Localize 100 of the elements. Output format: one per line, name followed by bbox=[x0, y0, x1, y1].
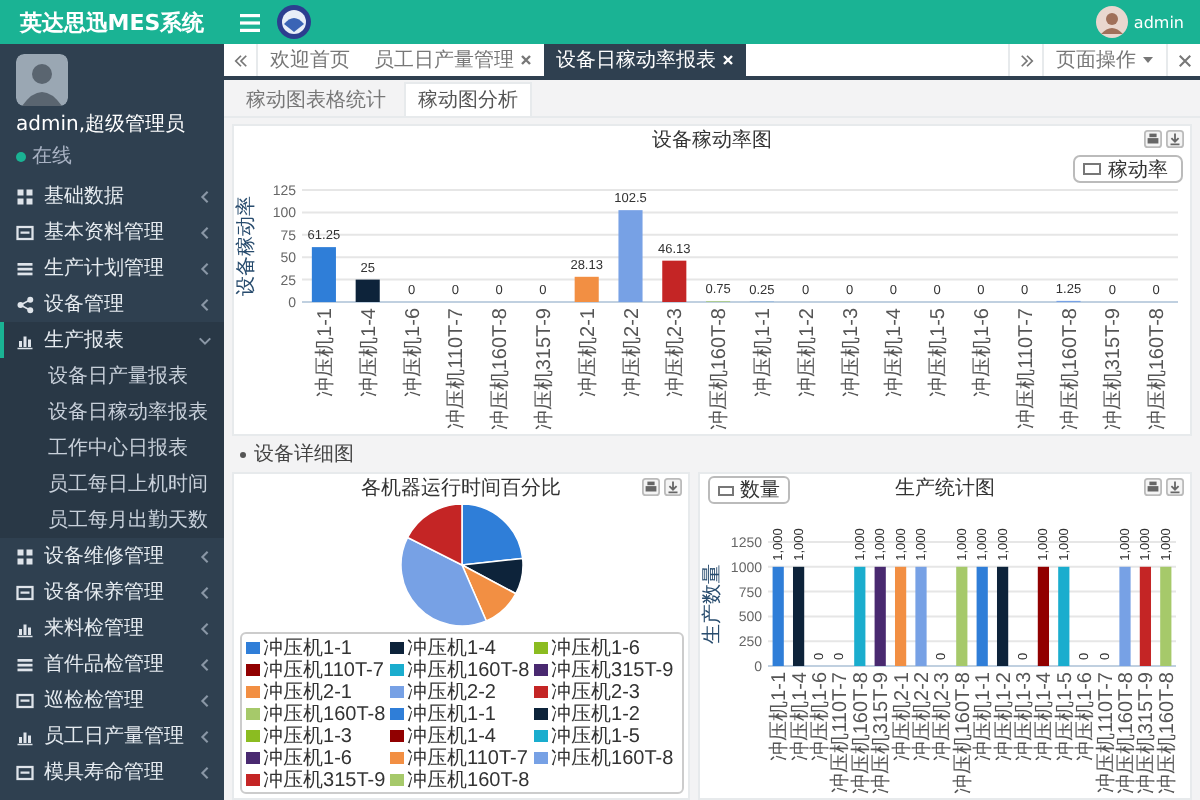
axis-title: 设备稼动率 bbox=[236, 196, 258, 296]
tab[interactable]: 设备日稼动率报表 bbox=[544, 44, 746, 76]
menu-item[interactable]: 模具寿命管理 bbox=[0, 754, 224, 790]
menu-item[interactable]: 设备管理 bbox=[0, 286, 224, 322]
axis-category-label: 冲压机1-5 bbox=[1054, 672, 1077, 761]
axis-category-label: 冲压机1-1 bbox=[314, 308, 337, 397]
close-icon bbox=[1177, 53, 1191, 67]
axis-category-label: 冲压机2-1 bbox=[577, 308, 600, 397]
legend-swatch bbox=[533, 729, 548, 741]
legend-swatch bbox=[245, 751, 260, 763]
axis-category-label: 冲压机2-3 bbox=[665, 308, 688, 397]
print-icon[interactable] bbox=[1144, 478, 1162, 496]
menu-item[interactable]: 生产报表 bbox=[0, 322, 224, 358]
user-name: admin,超级管理员 bbox=[16, 111, 188, 138]
tab[interactable]: 员工日产量管理 bbox=[362, 44, 544, 76]
tab[interactable]: 欢迎首页 bbox=[258, 44, 362, 76]
tab[interactable]: 稼动图分析 bbox=[404, 82, 532, 116]
legend-item[interactable]: 稼动率 bbox=[1073, 155, 1183, 183]
legend-swatch bbox=[389, 729, 404, 741]
legend-label[interactable]: 冲压机1-4 bbox=[407, 721, 496, 749]
avatar-icon[interactable] bbox=[1095, 6, 1128, 38]
bar bbox=[311, 247, 336, 302]
axis-category-label: 冲压机1-5 bbox=[928, 308, 951, 397]
bar-chart-icon bbox=[16, 331, 34, 349]
legend-label[interactable]: 冲压机160T-8 bbox=[551, 743, 674, 771]
legend-label[interactable]: 冲压机315T-9 bbox=[263, 765, 386, 793]
menu-item[interactable]: 员工日产量管理 bbox=[0, 718, 224, 754]
card-icon bbox=[16, 691, 34, 709]
legend-label[interactable]: 冲压机1-1 bbox=[407, 699, 496, 727]
menu-item[interactable]: 生产计划管理 bbox=[0, 250, 224, 286]
axis-category-label: 冲压机2-1 bbox=[891, 672, 914, 761]
list-icon bbox=[16, 259, 34, 277]
axis-category-label: 冲压机1-4 bbox=[1034, 672, 1057, 761]
print-icon[interactable] bbox=[642, 478, 661, 496]
menu-icon[interactable] bbox=[240, 13, 260, 31]
app-title: 英达思迅MES系统 bbox=[0, 0, 224, 44]
tab[interactable]: 稼动图表格统计 bbox=[232, 82, 400, 116]
legend-label[interactable]: 冲压机2-2 bbox=[407, 677, 496, 705]
bar bbox=[1160, 566, 1172, 666]
legend-label[interactable]: 冲压机1-1 bbox=[263, 633, 352, 661]
legend-swatch bbox=[389, 685, 404, 697]
legend-label[interactable]: 冲压机1-2 bbox=[551, 699, 640, 727]
axis-category-label: 冲压机110T-7 bbox=[446, 308, 469, 429]
legend-label[interactable]: 冲压机1-6 bbox=[551, 633, 640, 661]
axis-category-label: 冲压机1-2 bbox=[993, 672, 1016, 761]
menu-item[interactable]: 设备维修管理 bbox=[0, 538, 224, 574]
menu-item[interactable]: 首件品检管理 bbox=[0, 646, 224, 682]
bar bbox=[772, 566, 784, 666]
axis-category-label: 冲压机110T-7 bbox=[830, 672, 853, 793]
bar bbox=[1037, 566, 1050, 666]
bar bbox=[662, 260, 687, 302]
legend-swatch bbox=[245, 707, 260, 719]
download-icon[interactable] bbox=[1166, 130, 1184, 148]
axis-category-label: 冲压机110T-7 bbox=[1015, 308, 1038, 429]
axis-category-label: 冲压机1-1 bbox=[973, 672, 996, 761]
download-icon[interactable] bbox=[1166, 478, 1184, 496]
legend-label[interactable]: 冲压机1-3 bbox=[263, 721, 352, 749]
chevron-icon bbox=[198, 585, 212, 599]
axis-category-label: 冲压机1-4 bbox=[884, 308, 907, 397]
axis-category-label: 冲压机1-1 bbox=[752, 308, 775, 397]
menu-item[interactable]: 基本资料管理 bbox=[0, 214, 224, 250]
legend-label[interactable]: 冲压机1-5 bbox=[551, 721, 640, 749]
avatar-icon bbox=[16, 54, 68, 106]
legend-label[interactable]: 冲压机160T-8 bbox=[263, 699, 386, 727]
legend-label[interactable]: 冲压机315T-9 bbox=[551, 655, 674, 683]
legend-swatch bbox=[245, 773, 260, 785]
menu-item[interactable]: 设备保养管理 bbox=[0, 574, 224, 610]
legend-label[interactable]: 冲压机110T-7 bbox=[263, 655, 384, 683]
submenu-item[interactable]: 员工每日上机时间 bbox=[0, 466, 224, 502]
share-icon bbox=[16, 295, 34, 313]
legend-label[interactable]: 冲压机110T-7 bbox=[407, 743, 528, 771]
submenu-item[interactable]: 工作中心日报表 bbox=[0, 430, 224, 466]
bar bbox=[997, 566, 1009, 666]
user-status: 在线 bbox=[32, 143, 72, 170]
bar bbox=[355, 279, 380, 302]
legend-label[interactable]: 冲压机160T-8 bbox=[407, 655, 530, 683]
menu-item[interactable]: 基础数据 bbox=[0, 178, 224, 214]
chevron-icon bbox=[198, 549, 212, 563]
legend-item[interactable]: 数量 bbox=[708, 476, 791, 504]
chart-title: 生产统计图 bbox=[895, 475, 996, 502]
menu-item[interactable]: 来料检管理 bbox=[0, 610, 224, 646]
menu-item[interactable]: 巡检检管理 bbox=[0, 682, 224, 718]
close-icon[interactable] bbox=[520, 54, 532, 66]
legend-label[interactable]: 冲压机2-1 bbox=[263, 677, 352, 705]
submenu-item[interactable]: 员工每月出勤天数 bbox=[0, 502, 224, 538]
submenu-item[interactable]: 设备日稼动率报表 bbox=[0, 394, 224, 430]
legend-label[interactable]: 冲压机1-4 bbox=[407, 633, 496, 661]
chevron-icon bbox=[198, 225, 212, 239]
legend-label[interactable]: 冲压机2-3 bbox=[551, 677, 640, 705]
legend-label[interactable]: 冲压机160T-8 bbox=[407, 765, 530, 793]
axis-category-label: 冲压机1-1 bbox=[769, 672, 792, 761]
chevron-icon bbox=[198, 333, 212, 347]
axis-category-label: 冲压机315T-9 bbox=[1136, 672, 1159, 795]
submenu-item[interactable]: 设备日产量报表 bbox=[0, 358, 224, 394]
legend-label[interactable]: 冲压机1-6 bbox=[263, 743, 352, 771]
bar-chart-icon bbox=[16, 727, 34, 745]
bar bbox=[574, 276, 599, 302]
print-icon[interactable] bbox=[1144, 130, 1162, 148]
download-icon[interactable] bbox=[664, 478, 683, 496]
axis-category-label: 冲压机1-6 bbox=[402, 308, 425, 397]
